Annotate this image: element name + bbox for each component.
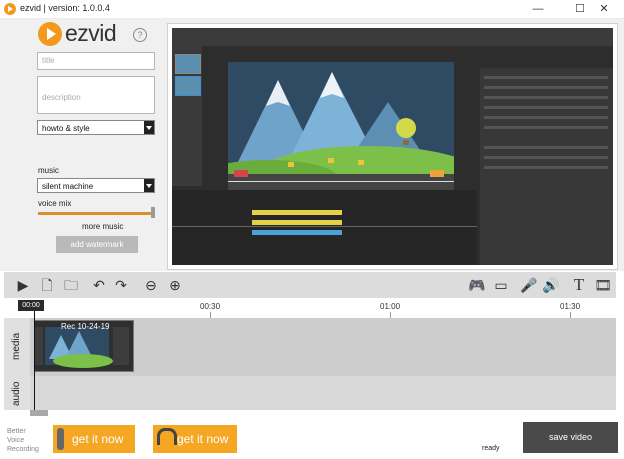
microphone-icon[interactable]: 🎤 (520, 276, 538, 294)
status-text: ready (482, 445, 500, 452)
logo-play-icon (38, 22, 62, 46)
voice-label-line-2: Voice (7, 437, 25, 444)
properties-row (484, 86, 608, 89)
undo-icon[interactable]: ↶ (90, 276, 108, 294)
add-file-icon[interactable]: 🗋 (38, 276, 56, 294)
tick-label: 01:00 (380, 302, 401, 311)
film-icon[interactable]: 🎞 (594, 276, 612, 294)
logo-text: ezvid (65, 20, 117, 46)
gamepad-icon[interactable]: 🎮 (468, 276, 486, 294)
get-microphone-button[interactable]: get it now (53, 425, 135, 453)
microphone-product-icon (57, 428, 64, 450)
voice-mix-label: voice mix (38, 199, 72, 208)
category-value: howto & style (42, 124, 90, 133)
preview-screenshot (172, 28, 613, 265)
chevron-down-icon (144, 121, 154, 134)
audio-lane[interactable] (30, 376, 616, 410)
get-it-now-label: get it now (72, 432, 124, 446)
preview-properties-panel (480, 68, 613, 265)
category-select[interactable]: howto & style (37, 120, 155, 135)
title-input[interactable]: title (37, 52, 155, 70)
horizontal-scrollbar[interactable] (30, 410, 48, 416)
music-select[interactable]: silent machine (37, 178, 155, 193)
preview-menubar (172, 28, 613, 46)
close-button[interactable]: ✕ (584, 0, 624, 18)
minimize-button[interactable]: — (518, 0, 558, 18)
properties-row (484, 116, 608, 119)
text-icon[interactable]: T (570, 276, 588, 294)
timeline-ruler[interactable]: 00:30 01:00 01:30 (4, 298, 616, 318)
properties-row (484, 106, 608, 109)
redo-icon[interactable]: ↷ (112, 276, 130, 294)
audio-lane-label: audio (11, 381, 22, 406)
preview-track-bar (252, 210, 342, 215)
voice-mix-slider[interactable] (38, 212, 154, 215)
preview-track-bar (252, 230, 342, 235)
open-folder-icon[interactable]: 🗀 (62, 276, 80, 294)
zoom-out-icon[interactable]: ⊖ (142, 276, 160, 294)
clip-label: Rec 10-24-19 (61, 322, 110, 331)
voice-recording-label: Better Voice Recording (7, 427, 39, 454)
tick-label: 00:30 (200, 302, 221, 311)
properties-row (484, 76, 608, 79)
ezvid-logo: ezvid ? (38, 20, 158, 48)
get-headset-button[interactable]: get it now (153, 425, 237, 453)
tick-label: 01:30 (560, 302, 581, 311)
audio-lane-header: audio (4, 376, 30, 410)
add-watermark-button[interactable]: add watermark (56, 236, 138, 253)
title-bar: ezvid | version: 1.0.0.4 — ☐ ✕ (0, 0, 624, 19)
window-title: ezvid | version: 1.0.0.4 (20, 3, 110, 13)
preview-track-bar (252, 220, 342, 225)
more-music-link[interactable]: more music (82, 222, 123, 231)
media-clip[interactable]: Rec 10-24-19 (34, 320, 134, 372)
bottom-bar: Better Voice Recording get it now get it… (0, 418, 624, 459)
preview-timeline (172, 190, 477, 265)
properties-row (484, 156, 608, 159)
properties-row (484, 96, 608, 99)
app-icon (4, 3, 16, 15)
chevron-down-icon (144, 179, 154, 192)
timeline[interactable]: 00:30 01:00 01:30 media audio Rec 10-24-… (4, 298, 616, 416)
voice-label-line-3: Recording (7, 446, 39, 453)
preview-slide-thumb (175, 76, 201, 96)
speech-icon[interactable]: 🔊 (542, 276, 560, 294)
preview-canvas (198, 62, 478, 202)
voice-mix-slider-thumb[interactable] (151, 207, 155, 218)
playhead[interactable] (34, 311, 35, 412)
get-it-now-label: get it now (177, 432, 229, 446)
music-label: music (38, 166, 59, 175)
media-lane-label: media (11, 332, 22, 360)
preview-panel (167, 23, 618, 270)
preview-slide-list (172, 46, 202, 186)
voice-label-line-1: Better (7, 428, 26, 435)
media-lane-header: media (4, 318, 30, 376)
preview-slide-thumb (175, 54, 201, 74)
save-video-button[interactable]: save video (523, 422, 618, 453)
properties-row (484, 126, 608, 129)
headset-product-icon (157, 428, 177, 445)
help-icon[interactable]: ? (133, 28, 147, 42)
playhead-time[interactable]: 00:00 (18, 300, 44, 311)
zoom-in-icon[interactable]: ⊕ (166, 276, 184, 294)
screen-capture-icon[interactable]: ▭ (492, 276, 510, 294)
properties-row (484, 146, 608, 149)
preview-track-line (172, 226, 477, 227)
main-toolbar: ▶ 🗋 🗀 ↶ ↷ ⊖ ⊕ 🎮 ▭ 🎤 🔊 T 🎞 (4, 272, 616, 298)
music-value: silent machine (42, 182, 94, 191)
play-icon[interactable]: ▶ (14, 276, 32, 294)
landscape-illustration (198, 62, 478, 202)
description-input[interactable]: description (37, 76, 155, 114)
properties-row (484, 166, 608, 169)
